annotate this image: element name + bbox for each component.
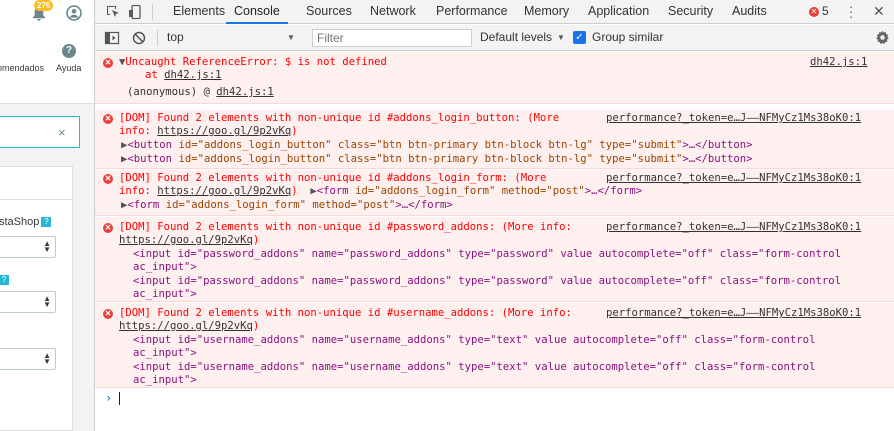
error-count-value: 5 [822, 4, 829, 18]
recommended-link[interactable]: omendados [0, 63, 44, 73]
more-info-link[interactable]: https://goo.gl/9p2vKq [157, 185, 291, 197]
message-text: ▼Uncaught ReferenceError: $ is not defin… [119, 56, 387, 68]
clear-console-icon[interactable] [131, 30, 147, 46]
dom-node[interactable]: <input id="password_addons" name="passwo… [133, 275, 841, 288]
group-similar-checkbox[interactable]: ✓ [573, 31, 586, 44]
tab-network[interactable]: Network [370, 0, 416, 24]
error-icon: ✕ [103, 174, 113, 184]
dom-node[interactable]: <input id="password_addons" name="passwo… [133, 248, 841, 261]
error-icon: ✕ [809, 6, 819, 17]
tab-application[interactable]: Application [588, 0, 649, 24]
console-error-message[interactable]: ✕ [DOM] Found 2 elements with non-unique… [95, 170, 894, 216]
error-icon: ✕ [103, 114, 113, 124]
message-text-cont: https://goo.gl/9p2vKq) [119, 234, 260, 246]
console-messages: ✕ ▼Uncaught ReferenceError: $ is not def… [95, 52, 894, 431]
more-info-link[interactable]: https://goo.gl/9p2vKq [157, 125, 291, 137]
help-badge-icon[interactable]: ? [0, 275, 9, 285]
console-sidebar-icon[interactable] [104, 30, 120, 46]
select-3[interactable]: ▲ ▼ [0, 348, 56, 370]
stack-link[interactable]: dh42.js:1 [164, 69, 221, 81]
source-link[interactable]: dh42.js:1 [810, 56, 867, 69]
select-arrows-icon: ▲ ▼ [43, 351, 51, 366]
select-arrows-icon: ▲ ▼ [43, 239, 51, 254]
dom-node-cont[interactable]: ac_input"> [133, 261, 197, 274]
host-page: 276 ? omendados Ayuda × staShop? ▲ ▼ ? ▲ ▼… [0, 0, 95, 431]
tab-security[interactable]: Security [668, 0, 713, 24]
devtools-panel: Elements Console Sources Network Perform… [95, 0, 894, 431]
error-icon: ✕ [103, 309, 113, 319]
select-1[interactable]: ▲ ▼ [0, 236, 56, 258]
source-link[interactable]: performance?_token=e…J——NFMyCz1Ms38oK0:1 [606, 172, 861, 185]
dom-node[interactable]: <input id="username_addons" name="userna… [133, 334, 815, 347]
stack-link[interactable]: dh42.js:1 [216, 86, 273, 98]
notification-count-badge: 276 [34, 0, 54, 11]
dom-node-cont[interactable]: ac_input"> [133, 288, 197, 301]
filter-input[interactable] [312, 29, 472, 47]
tab-elements[interactable]: Elements [173, 0, 225, 24]
dropdown-arrow-icon[interactable]: ▼ [557, 33, 565, 42]
tab-performance[interactable]: Performance [436, 0, 508, 24]
tab-memory[interactable]: Memory [524, 0, 569, 24]
select-2[interactable]: ▲ ▼ [0, 291, 56, 313]
source-link[interactable]: performance?_token=e…J——NFMyCz1Ms38oK0:1 [606, 112, 861, 125]
more-options-icon[interactable]: · · · [847, 0, 855, 23]
dom-node[interactable]: ▶<button id="addons_login_button" class=… [121, 139, 753, 152]
dom-node-cont[interactable]: ac_input"> [133, 374, 197, 387]
message-text-cont: info: https://goo.gl/9p2vKq) ▶<form id="… [119, 185, 643, 197]
message-text: [DOM] Found 2 elements with non-unique i… [119, 112, 560, 124]
message-text-cont: info: https://goo.gl/9p2vKq) [119, 125, 298, 137]
host-topbar: 276 ? omendados Ayuda [0, 0, 94, 104]
console-error-message[interactable]: ✕ [DOM] Found 2 elements with non-unique… [95, 110, 894, 169]
avatar-icon[interactable] [66, 5, 82, 21]
select-arrows-icon: ▲ ▼ [43, 294, 51, 309]
error-counter[interactable]: ✕ 5 [809, 0, 829, 24]
clear-icon[interactable]: × [58, 125, 66, 140]
close-devtools-icon[interactable]: ✕ [873, 3, 885, 20]
dom-node-cont[interactable]: ac_input"> [133, 347, 197, 360]
console-input[interactable] [119, 392, 120, 405]
dropdown-arrow-icon[interactable]: ▼ [287, 33, 295, 42]
dom-node[interactable]: <input id="username_addons" name="userna… [133, 361, 815, 374]
console-error-message[interactable]: ✕ ▼Uncaught ReferenceError: $ is not def… [95, 52, 894, 104]
help-icon[interactable]: ? [62, 44, 76, 58]
message-text: [DOM] Found 2 elements with non-unique i… [119, 221, 572, 233]
source-link[interactable]: performance?_token=e…J——NFMyCz1Ms38oK0:1 [606, 307, 861, 320]
dom-node[interactable]: ▶<form id="addons_login_form" method="po… [121, 199, 453, 212]
console-toolbar: top ▼ Default levels ▼ ✓ Group similar [95, 25, 894, 51]
more-info-link[interactable]: https://goo.gl/9p2vKq [119, 234, 253, 246]
message-text: [DOM] Found 2 elements with non-unique i… [119, 172, 547, 184]
error-icon: ✕ [103, 223, 113, 233]
console-error-message[interactable]: ✕ [DOM] Found 2 elements with non-unique… [95, 217, 894, 302]
stack-frame: at dh42.js:1 [145, 69, 222, 81]
devtools-tabbar: Elements Console Sources Network Perform… [95, 0, 894, 24]
log-levels-dropdown[interactable]: Default levels [480, 30, 552, 44]
source-link[interactable]: performance?_token=e…J——NFMyCz1Ms38oK0:1 [606, 221, 861, 234]
message-text-cont: https://goo.gl/9p2vKq) [119, 320, 260, 332]
console-prompt-icon: › [105, 391, 113, 405]
device-toolbar-icon[interactable] [128, 4, 144, 20]
inspect-element-icon[interactable] [105, 4, 121, 20]
tab-audits[interactable]: Audits [732, 0, 767, 24]
context-selector[interactable]: top [167, 30, 297, 44]
console-error-message[interactable]: ✕ [DOM] Found 2 elements with non-unique… [95, 303, 894, 388]
group-similar-label: Group similar [592, 30, 664, 44]
tab-sources[interactable]: Sources [306, 0, 352, 24]
message-text: [DOM] Found 2 elements with non-unique i… [119, 307, 572, 319]
help-link[interactable]: Ayuda [56, 63, 81, 73]
gear-icon[interactable] [875, 30, 890, 45]
toolbar-divider [157, 30, 158, 46]
error-icon: ✕ [103, 58, 113, 68]
tab-console[interactable]: Console [226, 0, 288, 24]
help-badge-icon[interactable]: ? [41, 217, 52, 228]
more-info-link[interactable]: https://goo.gl/9p2vKq [119, 320, 253, 332]
toolbar-divider [152, 4, 153, 20]
stack-frame-anonymous: (anonymous) @ dh42.js:1 [127, 86, 274, 98]
field-label-prestashop: staShop? [0, 216, 52, 228]
module-search-box[interactable]: × [0, 116, 80, 148]
dom-node[interactable]: ▶<button id="addons_login_button" class=… [121, 153, 753, 166]
panel-divider [0, 199, 74, 200]
